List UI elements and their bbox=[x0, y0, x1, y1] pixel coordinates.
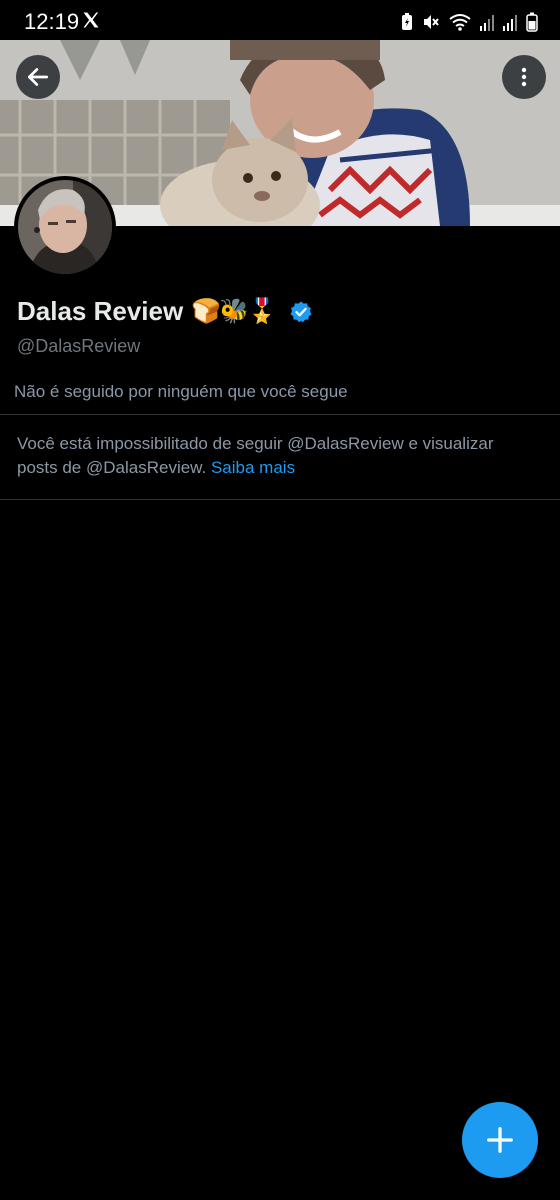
mute-icon bbox=[424, 15, 439, 29]
status-icons bbox=[401, 12, 538, 32]
arrow-left-icon bbox=[27, 68, 49, 86]
status-bar: 12:19 bbox=[0, 0, 560, 40]
more-vertical-icon bbox=[521, 67, 527, 87]
status-time: 12:19 bbox=[24, 9, 80, 34]
x-logo-icon bbox=[83, 12, 99, 28]
divider bbox=[0, 499, 560, 500]
compose-post-button[interactable] bbox=[462, 1102, 538, 1178]
learn-more-link[interactable]: Saiba mais bbox=[211, 458, 295, 477]
display-name-text: Dalas Review bbox=[17, 296, 184, 326]
profile-handle: @DalasReview bbox=[17, 336, 141, 356]
battery-saver-icon bbox=[402, 13, 412, 30]
back-button[interactable] bbox=[16, 55, 60, 99]
battery-icon bbox=[526, 12, 538, 32]
avatar-image bbox=[18, 180, 112, 274]
blocked-notice: Você está impossibilitado de seguir @Dal… bbox=[17, 432, 537, 480]
signal-icon bbox=[480, 15, 494, 31]
avatar[interactable] bbox=[14, 176, 116, 278]
profile-display-name: Dalas Review 🍞🐝🎖️ bbox=[17, 296, 313, 327]
verified-badge-icon[interactable] bbox=[289, 300, 313, 324]
divider bbox=[0, 414, 560, 415]
followers-you-know-note: Não é seguido por ninguém que você segue bbox=[14, 382, 348, 401]
plus-icon bbox=[487, 1127, 513, 1153]
more-options-button[interactable] bbox=[502, 55, 546, 99]
signal-icon bbox=[503, 15, 517, 31]
wifi-icon bbox=[449, 14, 471, 31]
name-emojis: 🍞🐝🎖️ bbox=[191, 298, 277, 325]
